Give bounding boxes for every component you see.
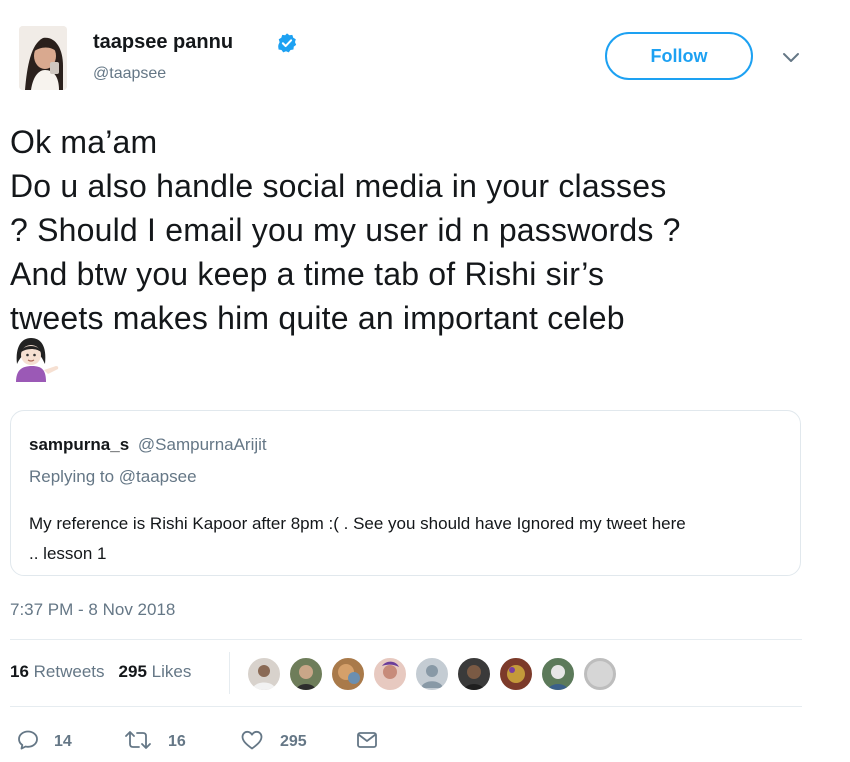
retweets-stat-label: Retweets (33, 662, 105, 681)
tweet-text-line: ? Should I email you my user id n passwo… (10, 212, 681, 248)
retweet-count: 16 (168, 733, 186, 750)
retweets-stat-count: 16 (10, 662, 29, 681)
retweets-stat[interactable]: 16 Retweets (10, 662, 105, 681)
quoted-author-handle: @SampurnaArijit (137, 435, 267, 454)
tweet-text-line: Do u also handle social media in your cl… (10, 168, 667, 204)
tweet-text-line: tweets makes him quite an important cele… (10, 300, 625, 336)
quoted-tweet-card[interactable]: sampurna_s @SampurnaArijit Replying to @… (10, 410, 801, 576)
tweet-text-line: Ok ma’am (10, 124, 158, 160)
quoted-author-name: sampurna_s (29, 435, 130, 454)
liker-avatar[interactable] (456, 656, 492, 692)
author-name[interactable]: taapsee pannu (93, 31, 233, 54)
like-count: 295 (280, 733, 307, 750)
liker-avatar[interactable] (582, 656, 618, 692)
chevron-down-icon[interactable] (782, 52, 800, 64)
envelope-icon (357, 732, 377, 748)
author-handle[interactable]: @taapsee (93, 65, 166, 83)
quoted-text-line: My reference is Rishi Kapoor after 8pm :… (29, 514, 686, 533)
likes-stat-label: Likes (151, 662, 192, 681)
liker-avatar[interactable] (414, 656, 450, 692)
tweet-timestamp[interactable]: 7:37 PM - 8 Nov 2018 (10, 600, 175, 620)
retweet-button[interactable]: 16 (124, 728, 194, 754)
verified-badge-icon (278, 33, 297, 53)
quoted-replying-to: Replying to @taapsee (29, 467, 197, 486)
tweet-text-line: And btw you keep a time tab of Rishi sir… (10, 256, 605, 292)
quoted-tweet-header: sampurna_s @SampurnaArijit (29, 435, 267, 455)
divider (10, 639, 802, 640)
direct-message-button[interactable] (355, 728, 381, 754)
likes-stat[interactable]: 295 Likes (119, 662, 192, 681)
heart-icon (241, 730, 263, 750)
reply-count: 14 (54, 733, 72, 750)
retweet-icon (125, 731, 151, 749)
quoted-text-line: .. lesson 1 (29, 544, 107, 563)
tweet-stats: 16 Retweets 295 Likes (10, 662, 191, 682)
liker-avatar[interactable] (498, 656, 534, 692)
author-avatar[interactable] (19, 26, 67, 90)
stats-separator (229, 652, 230, 694)
reply-icon (18, 730, 38, 750)
tweet-text: Ok ma’am Do u also handle social media i… (10, 120, 840, 340)
woman-tipping-hand-icon (16, 338, 59, 382)
like-button[interactable]: 295 (240, 728, 320, 754)
liker-avatar[interactable] (288, 656, 324, 692)
author-avatar-image (19, 26, 67, 90)
liker-avatar[interactable] (540, 656, 576, 692)
reply-button[interactable]: 14 (16, 728, 86, 754)
divider (10, 706, 802, 707)
quoted-tweet-text: My reference is Rishi Kapoor after 8pm :… (29, 509, 789, 569)
liker-avatar[interactable] (330, 656, 366, 692)
liker-avatar[interactable] (246, 656, 282, 692)
liker-avatar[interactable] (372, 656, 408, 692)
follow-button[interactable]: Follow (605, 32, 753, 80)
likes-stat-count: 295 (118, 662, 147, 681)
